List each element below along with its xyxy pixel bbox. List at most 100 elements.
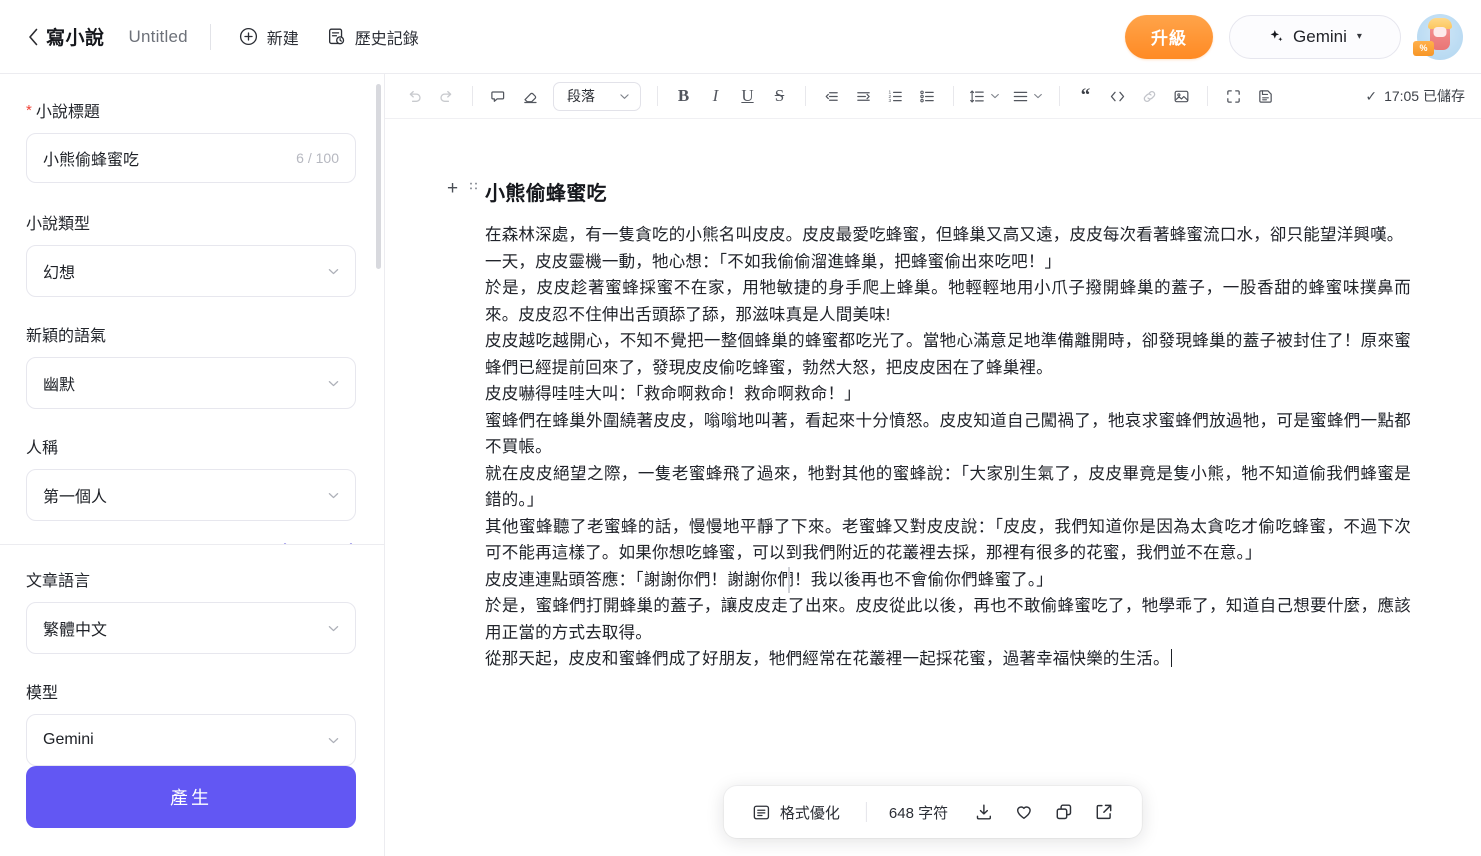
new-document-label: 新建	[266, 30, 299, 48]
underline-button[interactable]: U	[732, 81, 763, 112]
document-paragraph[interactable]: 蜜蜂們在蜂巢外圍繞著皮皮，嗡嗡地叫著，看起來十分憤怒。皮皮知道自己闖禍了，牠哀求…	[485, 408, 1411, 461]
avatar-discount-badge: %	[1413, 40, 1434, 56]
label-article-language: 文章語言	[26, 573, 91, 590]
novel-tone-select[interactable]: 幽默	[26, 357, 356, 409]
sidebar-lower-section: 文章語言 繁體中文 模型 Gemini	[0, 545, 384, 766]
check-icon: ✓	[1365, 87, 1378, 104]
toolbar-separator	[1059, 86, 1060, 106]
sparkle-icon	[1268, 28, 1285, 45]
add-block-icon[interactable]: +	[447, 179, 458, 198]
document-paragraph[interactable]: 皮皮連連點頭答應：「謝謝你們！謝謝你們！我以後再也不會偷你們蜂蜜了。」	[485, 567, 1411, 594]
strikethrough-button[interactable]: S	[764, 81, 795, 112]
toolbar-separator	[657, 86, 658, 106]
chevron-down-icon	[326, 488, 341, 503]
document-paragraph[interactable]: 於是，蜜蜂們打開蜂巢的蓋子，讓皮皮走了出來。皮皮從此以後，再也不敢偷蜂蜜吃了，牠…	[485, 593, 1411, 646]
avatar-face	[1433, 26, 1447, 37]
toolbar-separator	[1207, 86, 1208, 106]
narrative-person-value: 第一個人	[43, 489, 108, 506]
link-icon[interactable]	[1134, 81, 1165, 112]
character-counter: 6 / 100	[296, 150, 339, 166]
sidebar-scrollbar[interactable]	[376, 84, 381, 269]
top-bar: 寫小說 Untitled 新建 歷史記錄 升級 Gemini ▾ %	[0, 0, 1481, 74]
outdent-icon[interactable]	[816, 81, 847, 112]
document-paragraph[interactable]: 從那天起，皮皮和蜜蜂們成了好朋友，牠們經常在花叢裡一起採花蜜，過著幸福快樂的生活…	[485, 646, 1411, 673]
download-icon[interactable]	[966, 794, 1002, 830]
chevron-left-icon[interactable]	[22, 22, 44, 52]
redo-icon[interactable]	[431, 81, 462, 112]
document-body[interactable]: + 小熊偷蜂蜜吃 在森林深處，有一隻貪吃的小熊名叫皮皮。皮皮最愛吃蜂蜜，但蜂巢又…	[385, 119, 1481, 673]
document-paragraph[interactable]: 就在皮皮絕望之際，一隻老蜜蜂飛了過來，牠對其他的蜜蜂說：「大家別生氣了，皮皮畢竟…	[485, 461, 1411, 514]
main-body: * 小說標題 小熊偷蜂蜜吃 6 / 100 小說類型 幻想 新穎的語氣 幽默 人…	[0, 74, 1481, 856]
document-paragraph[interactable]: 於是，皮皮趁著蜜蜂採蜜不在家，用牠敏捷的身手爬上蜂巢。牠輕輕地用小爪子撥開蜂巢的…	[485, 275, 1411, 328]
clipped-row-button[interactable]	[280, 543, 356, 545]
document-heading[interactable]: 小熊偷蜂蜜吃	[485, 177, 1411, 206]
field-novel-genre: 小說類型 幻想	[26, 210, 356, 297]
top-bar-right: 升級 Gemini ▾ %	[1125, 13, 1463, 60]
format-optimize-button[interactable]: 格式優化	[744, 796, 848, 829]
character-count: 648 字符	[888, 804, 949, 822]
external-link-icon[interactable]	[1086, 794, 1122, 830]
align-icon[interactable]	[1007, 81, 1049, 112]
undo-icon[interactable]	[399, 81, 430, 112]
app-title: 寫小說	[46, 28, 105, 49]
history-button[interactable]: 歷史記錄	[321, 20, 425, 54]
italic-button[interactable]: I	[700, 81, 731, 112]
bullet-list-icon[interactable]	[912, 81, 943, 112]
field-novel-tone: 新穎的語氣 幽默	[26, 322, 356, 409]
model-selector[interactable]: Gemini ▾	[1229, 14, 1401, 59]
new-document-button[interactable]: 新建	[233, 20, 305, 54]
field-novel-title: * 小說標題 小熊偷蜂蜜吃 6 / 100	[26, 98, 356, 183]
code-icon[interactable]	[1102, 81, 1133, 112]
settings-sidebar: * 小說標題 小熊偷蜂蜜吃 6 / 100 小說類型 幻想 新穎的語氣 幽默 人…	[0, 74, 385, 856]
list-format-icon	[752, 803, 771, 822]
article-language-select[interactable]: 繁體中文	[26, 602, 356, 654]
upgrade-button[interactable]: 升級	[1125, 14, 1213, 59]
eraser-icon[interactable]	[515, 81, 546, 112]
top-bar-left: 寫小說 Untitled 新建 歷史記錄	[22, 20, 441, 54]
comment-icon[interactable]	[483, 81, 514, 112]
document-paragraph[interactable]: 一天，皮皮靈機一動，牠心想：「不如我偷偷溜進蜂巢，把蜂蜜偷出來吃吧！」	[485, 249, 1411, 276]
model-select[interactable]: Gemini	[26, 714, 356, 766]
history-label: 歷史記錄	[354, 30, 419, 48]
document-scroll-area[interactable]: + 小熊偷蜂蜜吃 在森林深處，有一隻貪吃的小熊名叫皮皮。皮皮最愛吃蜂蜜，但蜂巢又…	[385, 119, 1481, 856]
novel-title-input[interactable]: 小熊偷蜂蜜吃 6 / 100	[26, 133, 356, 183]
quote-icon[interactable]: “	[1070, 81, 1101, 112]
model-value: Gemini	[43, 731, 94, 748]
heart-icon[interactable]	[1006, 794, 1042, 830]
action-bar-separator	[865, 802, 867, 822]
generate-button[interactable]: 產生	[26, 766, 356, 828]
field-narrative-person: 人稱 第一個人	[26, 434, 356, 521]
label-model: 模型	[26, 685, 59, 702]
required-marker: *	[26, 101, 32, 119]
svg-text:3: 3	[889, 97, 892, 103]
document-paragraph[interactable]: 在森林深處，有一隻貪吃的小熊名叫皮皮。皮皮最愛吃蜂蜜，但蜂巢又高又遠，皮皮每次看…	[485, 222, 1411, 249]
document-action-bar: 格式優化 648 字符	[723, 786, 1143, 838]
novel-genre-value: 幻想	[43, 265, 76, 282]
document-paragraph[interactable]: 皮皮越吃越開心，不知不覺把一整個蜂巢的蜂蜜都吃光了。當牠心滿意足地準備離開時，卻…	[485, 328, 1411, 381]
chevron-down-icon	[326, 264, 341, 279]
line-height-icon[interactable]	[964, 81, 1006, 112]
toolbar-separator	[953, 86, 954, 106]
drag-handle-icon[interactable]	[469, 181, 478, 196]
paragraph-style-select[interactable]: 段落	[553, 81, 641, 111]
document-paragraph[interactable]: 皮皮嚇得哇哇大叫：「救命啊救命！救命啊救命！」	[485, 381, 1411, 408]
novel-genre-select[interactable]: 幻想	[26, 245, 356, 297]
image-icon[interactable]	[1166, 81, 1197, 112]
save-icon[interactable]	[1250, 81, 1281, 112]
fullscreen-icon[interactable]	[1218, 81, 1249, 112]
avatar[interactable]: %	[1413, 13, 1463, 60]
editor-left-caret	[788, 567, 790, 593]
chevron-down-icon	[326, 621, 341, 636]
narrative-person-select[interactable]: 第一個人	[26, 469, 356, 521]
block-handles: +	[447, 179, 478, 198]
ordered-list-icon[interactable]: 123	[880, 81, 911, 112]
document-paragraph[interactable]: 其他蜜蜂聽了老蜜蜂的話，慢慢地平靜了下來。老蜜蜂又對皮皮說：「皮皮，我們知道你是…	[485, 514, 1411, 567]
indent-icon[interactable]	[848, 81, 879, 112]
bold-button[interactable]: B	[668, 81, 699, 112]
copy-icon[interactable]	[1046, 794, 1082, 830]
plus-circle-icon	[239, 27, 258, 46]
document-title[interactable]: Untitled	[129, 27, 188, 47]
